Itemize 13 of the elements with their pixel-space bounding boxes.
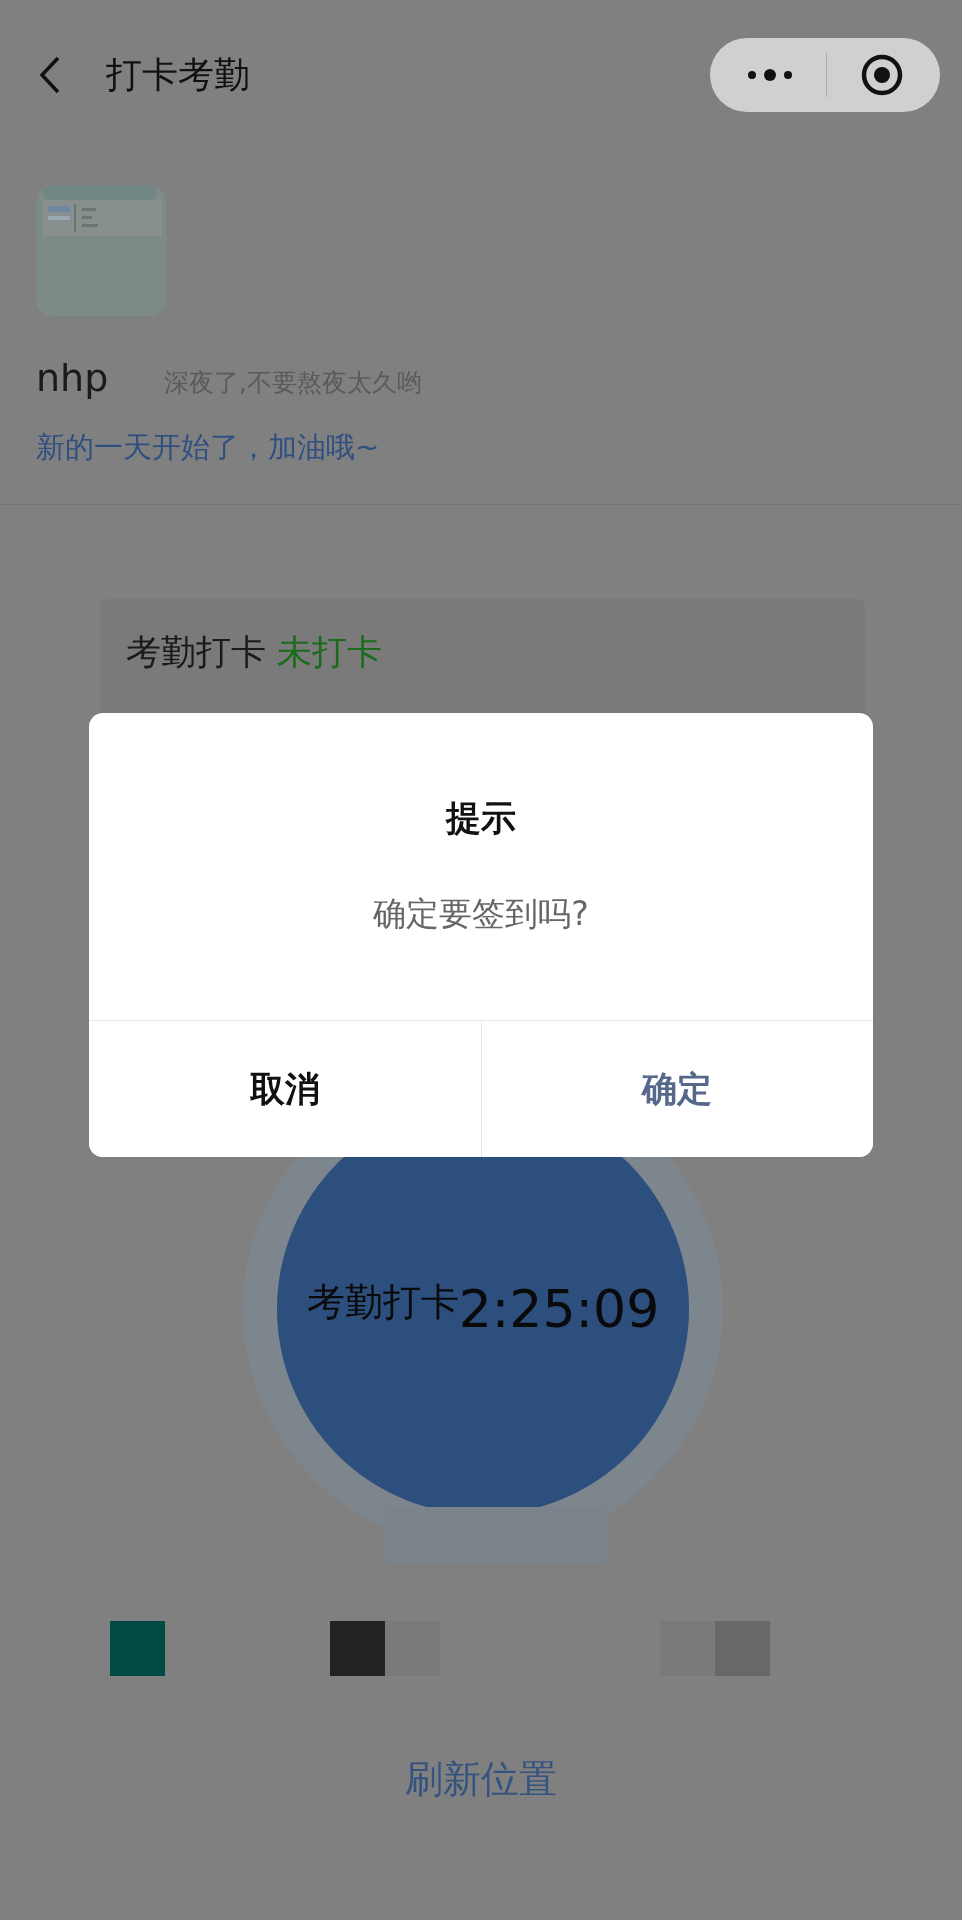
confirm-button[interactable]: 确定	[480, 1021, 873, 1157]
pixel-icon	[660, 1621, 770, 1676]
dialog-title: 提示	[446, 797, 516, 840]
card-title: 考勤打卡	[126, 632, 266, 672]
more-icon[interactable]	[746, 68, 793, 82]
status-text: 未打卡	[277, 632, 383, 672]
user-name: nhp	[36, 356, 110, 400]
dialog-message: 确定要签到吗?	[373, 893, 589, 935]
page-title: 打卡考勤	[106, 52, 250, 97]
pixel-icon	[330, 1621, 440, 1676]
pixel-icon	[110, 1621, 165, 1676]
back-icon[interactable]	[38, 55, 62, 95]
motto-text: 新的一天开始了，加油哦~	[36, 429, 381, 466]
